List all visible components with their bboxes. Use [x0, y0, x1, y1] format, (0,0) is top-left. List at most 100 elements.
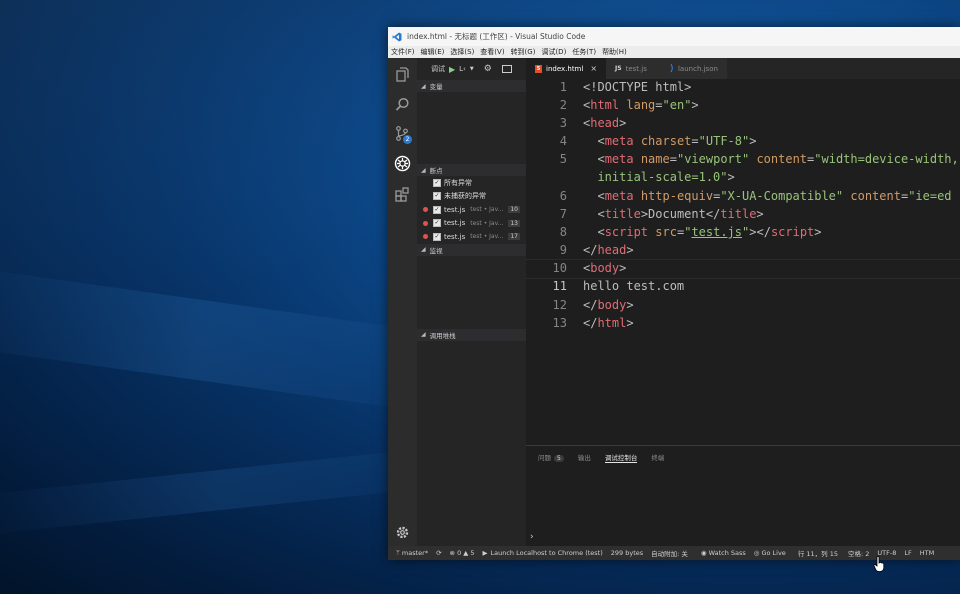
indentation[interactable]: 空格: 2	[848, 548, 869, 558]
checkbox-checked[interactable]: ✓	[433, 219, 441, 228]
code-line: <title>Document</title>	[597, 207, 764, 221]
close-icon[interactable]: ×	[590, 64, 597, 73]
tab-label: 问题	[538, 454, 551, 462]
checkbox-checked[interactable]: ✓	[433, 205, 441, 214]
eye-icon: ◉	[700, 549, 707, 557]
tab-launch-json[interactable]: ⟩ launch.json	[655, 58, 727, 79]
language-mode[interactable]: HTM	[920, 549, 934, 557]
checkbox-checked[interactable]: ✓	[433, 178, 441, 187]
breakpoint-item[interactable]: ✓ test.js test • Jav... 13	[417, 217, 526, 231]
checkbox-checked[interactable]: ✓	[433, 192, 441, 201]
debug-icon[interactable]	[394, 155, 411, 172]
debug-sidebar: 调试 ▶ L‹ ▼ ⚙ ◢ 变量 ◢ 断点 ✓ 所有异常 ✓ 未捕获的异常 ✓ …	[417, 58, 526, 546]
menu-file[interactable]: 文件(F)	[388, 47, 418, 57]
menu-help[interactable]: 帮助(H)	[599, 47, 630, 57]
checkbox-checked[interactable]: ✓	[433, 232, 441, 241]
search-icon[interactable]	[394, 96, 411, 113]
code-line: <html lang="en">	[583, 98, 699, 112]
line-number-current: 11	[552, 279, 567, 293]
debug-console-prompt[interactable]: ›	[530, 532, 534, 542]
breakpoint-file: test.js	[444, 219, 466, 228]
menu-view[interactable]: 查看(V)	[477, 47, 507, 57]
git-branch[interactable]: ᛘ master*	[396, 549, 428, 557]
line-ending[interactable]: LF	[904, 549, 911, 557]
script-src-link[interactable]: test.js	[691, 225, 742, 239]
code-line: </html>	[583, 316, 634, 330]
tab-debug-console[interactable]: 调试控制台	[604, 452, 638, 463]
code-editor[interactable]: 1 2 3 4 5 6 7 8 9 10 11 12 13 <!DOCTYPE …	[526, 79, 960, 409]
menu-debug[interactable]: 调试(D)	[538, 47, 569, 57]
line-number: 2	[559, 98, 567, 112]
breakpoint-dot-icon	[423, 234, 428, 240]
menu-go[interactable]: 转到(G)	[508, 47, 539, 57]
go-live[interactable]: ◎ Go Live	[754, 549, 786, 557]
error-icon: ⊗	[449, 549, 455, 557]
tab-index-html[interactable]: 5 index.html ×	[526, 58, 607, 79]
error-count: 0	[457, 549, 462, 557]
breakpoint-line-badge: 10	[508, 206, 520, 214]
tag-name: meta	[604, 152, 634, 166]
menu-selection[interactable]: 选择(S)	[447, 47, 477, 57]
watch-sass[interactable]: ◉ Watch Sass	[701, 549, 746, 557]
tab-problems[interactable]: 问题 5	[538, 452, 564, 462]
tag-name: script	[770, 225, 815, 239]
editor-area: 5 index.html × JS test.js ⟩ launch.json …	[526, 58, 960, 547]
code-line: <body>	[583, 261, 627, 275]
breakpoint-uncaught-exceptions[interactable]: ✓ 未捕获的异常	[417, 190, 526, 204]
code-line: <meta http-equiv="X-UA-Compatible" conte…	[597, 189, 952, 203]
problems-count-badge: 5	[554, 455, 564, 462]
cursor-position[interactable]: 行 11，列 15	[798, 548, 838, 558]
breakpoint-dot-icon	[423, 220, 428, 226]
menu-tasks[interactable]: 任务(T)	[569, 47, 599, 57]
breakpoint-dot-icon	[423, 207, 428, 213]
html5-icon: 5	[535, 64, 542, 73]
breakpoint-all-exceptions[interactable]: ✓ 所有异常	[417, 176, 526, 190]
tab-label: launch.json	[677, 64, 718, 73]
attr-name: name	[640, 152, 670, 166]
window-title: index.html - 无标题 (工作区) - Visual Studio C…	[407, 32, 586, 41]
tag-name: html	[597, 316, 627, 330]
tab-terminal[interactable]: 终端	[651, 452, 664, 462]
watch-pane	[417, 256, 526, 329]
line-number: 3	[559, 116, 567, 130]
launch-config[interactable]: ▶ Launch Localhost to Chrome (test)	[483, 549, 603, 557]
tab-output[interactable]: 输出	[578, 452, 591, 462]
breakpoints-section-header[interactable]: ◢ 断点	[417, 164, 526, 176]
vscode-icon	[392, 32, 402, 41]
launch-config-select[interactable]: L‹	[459, 65, 466, 73]
caret-down-icon: ◢	[421, 331, 426, 338]
title-bar: index.html - 无标题 (工作区) - Visual Studio C…	[388, 27, 960, 46]
sync-icon[interactable]: ⟳	[436, 549, 441, 557]
doctype: <!DOCTYPE html>	[583, 80, 692, 94]
line-number: 13	[552, 316, 567, 330]
chevron-down-icon[interactable]: ▼	[470, 66, 474, 72]
problems-indicator[interactable]: ⊗ 0 ▲ 5	[450, 549, 475, 557]
tag-name: script	[604, 225, 649, 239]
debug-console-icon[interactable]	[501, 65, 512, 73]
start-debug-icon[interactable]: ▶	[449, 65, 455, 74]
explorer-icon[interactable]	[394, 66, 411, 83]
variables-section-header[interactable]: ◢ 变量	[417, 80, 526, 92]
breakpoint-item[interactable]: ✓ test.js test • Jav... 10	[417, 203, 526, 217]
variables-pane	[417, 92, 526, 164]
branch-label: master*	[401, 549, 429, 557]
breakpoint-label: 所有异常	[444, 178, 472, 187]
tab-test-js[interactable]: JS test.js	[606, 58, 656, 79]
bottom-panel: 问题 5 输出 调试控制台 终端 ›	[526, 445, 960, 547]
scm-badge: 2	[403, 135, 412, 144]
debug-settings-icon[interactable]: ⚙	[484, 64, 492, 74]
debug-label: 调试	[431, 65, 445, 73]
attr-name: charset	[640, 134, 692, 148]
callstack-section-header[interactable]: ◢ 调用堆栈	[417, 328, 526, 341]
watch-section-header[interactable]: ◢ 监视	[417, 243, 526, 256]
breakpoint-item[interactable]: ✓ test.js test • Jav... 17	[417, 230, 526, 244]
hand-cursor-icon	[873, 556, 885, 572]
line-number: 6	[559, 189, 567, 203]
breakpoint-file: test.js	[444, 205, 466, 214]
launch-label: Launch Localhost to Chrome (test)	[490, 549, 603, 557]
menu-edit[interactable]: 编辑(E)	[418, 47, 448, 57]
auto-attach[interactable]: 自动附加: 关	[651, 548, 688, 558]
code-line: </head>	[583, 243, 634, 257]
extensions-icon[interactable]	[394, 186, 411, 203]
gear-icon[interactable]	[394, 524, 411, 541]
